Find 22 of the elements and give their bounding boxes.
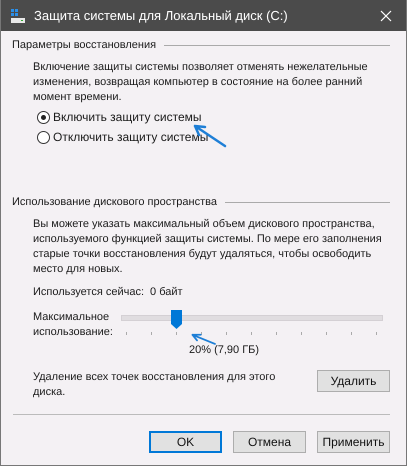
description-text: Включение защиты системы позволяет отменять нежелательные изменения, возвращая компьютер в состояние на более ранний момент времени. (33, 60, 369, 105)
delete-description: Удаление всех точек восстановления для этого диска. (33, 370, 276, 400)
slider-thumb[interactable] (171, 310, 182, 329)
window-title: Защита системы для Локальный диск (C:) (34, 8, 289, 23)
slider-reading: 20% (7,90 ГБ) (189, 344, 260, 356)
group-heading: Параметры восстановления (12, 39, 156, 51)
usage-label: Используется сейчас: (33, 286, 144, 298)
slider-label: Максимальное использование: (33, 310, 114, 340)
dialog-button[interactable]: Применить (317, 431, 390, 453)
radio-button[interactable] (37, 130, 50, 144)
radio-button[interactable] (37, 110, 50, 124)
usage-value: 0 байт (150, 286, 183, 298)
delete-button[interactable]: Удалить (317, 370, 390, 392)
close-icon (380, 10, 392, 22)
group-heading: Использование дискового пространства (12, 196, 217, 208)
disk-icon (10, 8, 26, 24)
dialog-button[interactable]: OK (149, 431, 222, 453)
usage-slider[interactable] (121, 310, 383, 336)
radio-option[interactable]: Отключить защиту системы (37, 130, 208, 144)
description-text: Вы можете указать максимальный объем дискового пространства, используемого функцией защиты системы. По мере его заполнения старые точки восстановления будут удаляться, чтобы освободить место для новых. (33, 217, 383, 277)
radio-option[interactable]: Включить защиту системы (37, 110, 202, 124)
dialog-button[interactable]: Отмена (233, 431, 306, 453)
